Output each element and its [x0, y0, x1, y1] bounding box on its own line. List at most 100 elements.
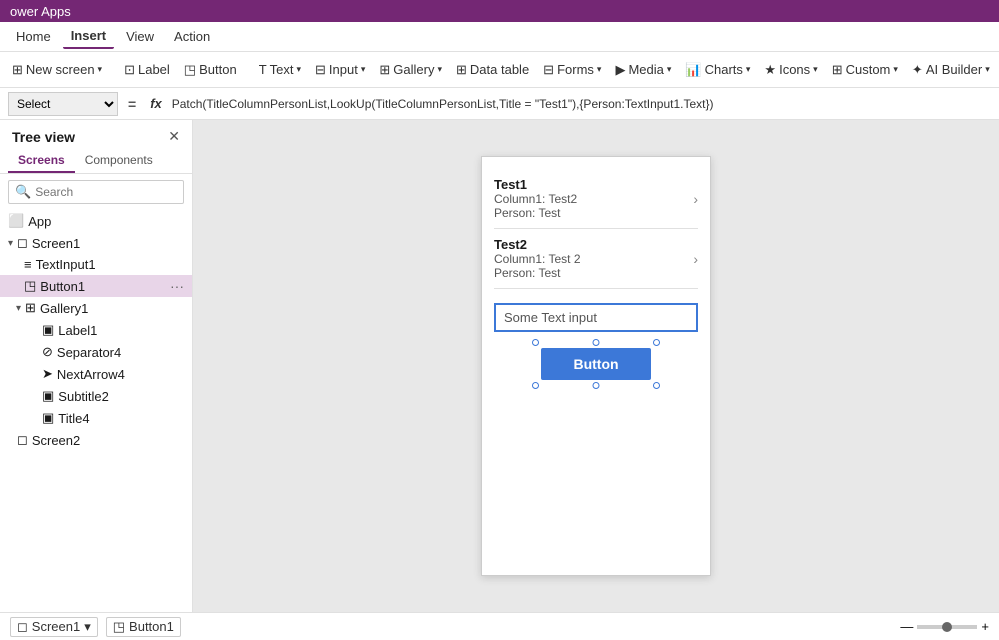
- zoom-minus-icon[interactable]: —: [900, 619, 913, 634]
- gallery-item-1-title: Test1: [494, 177, 698, 192]
- media-icon: ▶: [615, 62, 625, 78]
- sidebar: Tree view ✕ Screens Components 🔍 ⬜ App ▾…: [0, 120, 193, 612]
- new-screen-chevron-icon: ▾: [98, 64, 103, 75]
- charts-icon: 📊: [685, 62, 701, 78]
- tree-view: ⬜ App ▾ ◻ Screen1 ≡ TextInput1 ◳ Button1…: [0, 210, 192, 612]
- screen1-icon: ◻: [17, 235, 28, 251]
- tree-item-separator4[interactable]: ⊘ Separator4: [0, 341, 192, 363]
- tree-item-title4[interactable]: ▣ Title4: [0, 407, 192, 429]
- separator4-icon: ⊘: [42, 344, 53, 360]
- status-screen-icon: ◻: [17, 619, 28, 635]
- toolbar-input[interactable]: ⊟ Input ▾: [309, 58, 371, 82]
- toolbar-custom[interactable]: ⊞ Custom ▾: [826, 58, 904, 82]
- gallery1-expand-icon: ▾: [16, 303, 21, 314]
- formula-input[interactable]: [172, 97, 991, 111]
- gallery1-icon: ⊞: [25, 300, 36, 316]
- zoom-handle: [942, 622, 952, 632]
- input-chevron-icon: ▾: [361, 64, 366, 75]
- sidebar-search-box[interactable]: 🔍: [8, 180, 184, 204]
- tab-screens[interactable]: Screens: [8, 149, 75, 173]
- gallery-item-2-person: Person: Test: [494, 266, 698, 280]
- sidebar-tabs: Screens Components: [0, 149, 192, 174]
- text-chevron-icon: ▾: [296, 64, 301, 75]
- charts-chevron-icon: ▾: [746, 64, 751, 75]
- tree-item-gallery1[interactable]: ▾ ⊞ Gallery1: [0, 297, 192, 319]
- formula-fx-label: fx: [146, 96, 166, 111]
- new-screen-icon: ⊞: [12, 62, 23, 78]
- toolbar-forms[interactable]: ⊟ Forms ▾: [537, 58, 607, 82]
- forms-icon: ⊟: [543, 62, 554, 78]
- button-selection-wrapper: Button: [541, 348, 651, 380]
- status-screen-label: Screen1: [32, 619, 80, 634]
- tree-item-button1[interactable]: ◳ Button1 ···: [0, 275, 192, 297]
- status-screen-selector[interactable]: ◻ Screen1 ▾: [10, 617, 98, 637]
- button-icon: ◳: [184, 62, 196, 78]
- custom-icon: ⊞: [832, 62, 843, 78]
- tree-item-subtitle2[interactable]: ▣ Subtitle2: [0, 385, 192, 407]
- status-button-selector[interactable]: ◳ Button1: [106, 617, 181, 637]
- formula-equals: =: [124, 96, 140, 112]
- media-chevron-icon: ▾: [667, 64, 672, 75]
- tree-item-more-icon[interactable]: ···: [170, 278, 184, 294]
- gallery-item-2: Test2 Column1: Test 2 Person: Test ›: [494, 229, 698, 289]
- toolbar: ⊞ New screen ▾ ⊡ Label ◳ Button T Text ▾…: [0, 52, 999, 88]
- label1-icon: ▣: [42, 322, 54, 338]
- sidebar-header: Tree view ✕: [0, 120, 192, 149]
- toolbar-gallery[interactable]: ⊞ Gallery ▾: [373, 58, 448, 82]
- menu-home[interactable]: Home: [8, 25, 59, 48]
- ai-builder-chevron-icon: ▾: [985, 64, 990, 75]
- app-icon: ⬜: [8, 213, 24, 229]
- title4-icon: ▣: [42, 410, 54, 426]
- toolbar-label[interactable]: ⊡ Label: [118, 58, 176, 82]
- textinput1-icon: ≡: [24, 257, 32, 272]
- zoom-controls: — +: [900, 619, 989, 634]
- gallery-item-1-person: Person: Test: [494, 206, 698, 220]
- text-icon: T: [259, 62, 267, 77]
- toolbar-datatable[interactable]: ⊞ Data table: [450, 58, 535, 82]
- toolbar-charts[interactable]: 📊 Charts ▾: [679, 58, 756, 82]
- button-container: Button: [494, 348, 698, 380]
- forms-chevron-icon: ▾: [597, 64, 602, 75]
- toolbar-media[interactable]: ▶ Media ▾: [609, 58, 677, 82]
- gallery-chevron-icon: ▾: [437, 64, 442, 75]
- zoom-slider[interactable]: [917, 625, 977, 629]
- toolbar-icons[interactable]: ★ Icons ▾: [758, 58, 823, 82]
- tree-item-nextarrow4[interactable]: ➤ NextArrow4: [0, 363, 192, 385]
- selection-outline: [535, 342, 657, 386]
- gallery-icon: ⊞: [379, 62, 390, 78]
- tab-components[interactable]: Components: [75, 149, 163, 173]
- menu-insert[interactable]: Insert: [63, 24, 114, 49]
- search-icon: 🔍: [15, 184, 31, 200]
- handle-bm: [593, 382, 600, 389]
- formula-select[interactable]: Select: [8, 92, 118, 116]
- handle-tm: [593, 339, 600, 346]
- tree-item-screen2[interactable]: ▾ ◻ Screen2: [0, 429, 192, 451]
- status-screen-chevron-icon: ▾: [84, 619, 91, 635]
- gallery-item-1-column1: Column1: Test2: [494, 192, 698, 206]
- search-input[interactable]: [35, 185, 177, 199]
- screen2-icon: ◻: [17, 432, 28, 448]
- menu-action[interactable]: Action: [166, 25, 218, 48]
- tree-item-screen1[interactable]: ▾ ◻ Screen1: [0, 232, 192, 254]
- main-layout: Tree view ✕ Screens Components 🔍 ⬜ App ▾…: [0, 120, 999, 612]
- zoom-plus-icon[interactable]: +: [981, 619, 989, 634]
- tree-item-textinput1[interactable]: ≡ TextInput1: [0, 254, 192, 275]
- button1-icon: ◳: [24, 278, 36, 294]
- ai-builder-icon: ✦: [912, 62, 923, 78]
- tree-item-app[interactable]: ⬜ App: [0, 210, 192, 232]
- icons-icon: ★: [764, 62, 776, 78]
- toolbar-ai-builder[interactable]: ✦ AI Builder ▾: [906, 58, 996, 82]
- status-button-label: Button1: [129, 619, 174, 634]
- tree-item-label1[interactable]: ▣ Label1: [0, 319, 192, 341]
- gallery-item-1: Test1 Column1: Test2 Person: Test ›: [494, 169, 698, 229]
- gallery-item-2-chevron-icon: ›: [693, 251, 698, 267]
- sidebar-close-icon[interactable]: ✕: [168, 128, 180, 145]
- gallery-item-1-chevron-icon: ›: [693, 191, 698, 207]
- menu-view[interactable]: View: [118, 25, 162, 48]
- label-icon: ⊡: [124, 62, 135, 78]
- toolbar-text[interactable]: T Text ▾: [253, 58, 307, 81]
- toolbar-button[interactable]: ◳ Button: [178, 58, 243, 82]
- formula-bar: Select = fx: [0, 88, 999, 120]
- canvas-text-input[interactable]: [494, 303, 698, 332]
- toolbar-new-screen[interactable]: ⊞ New screen ▾: [6, 58, 108, 82]
